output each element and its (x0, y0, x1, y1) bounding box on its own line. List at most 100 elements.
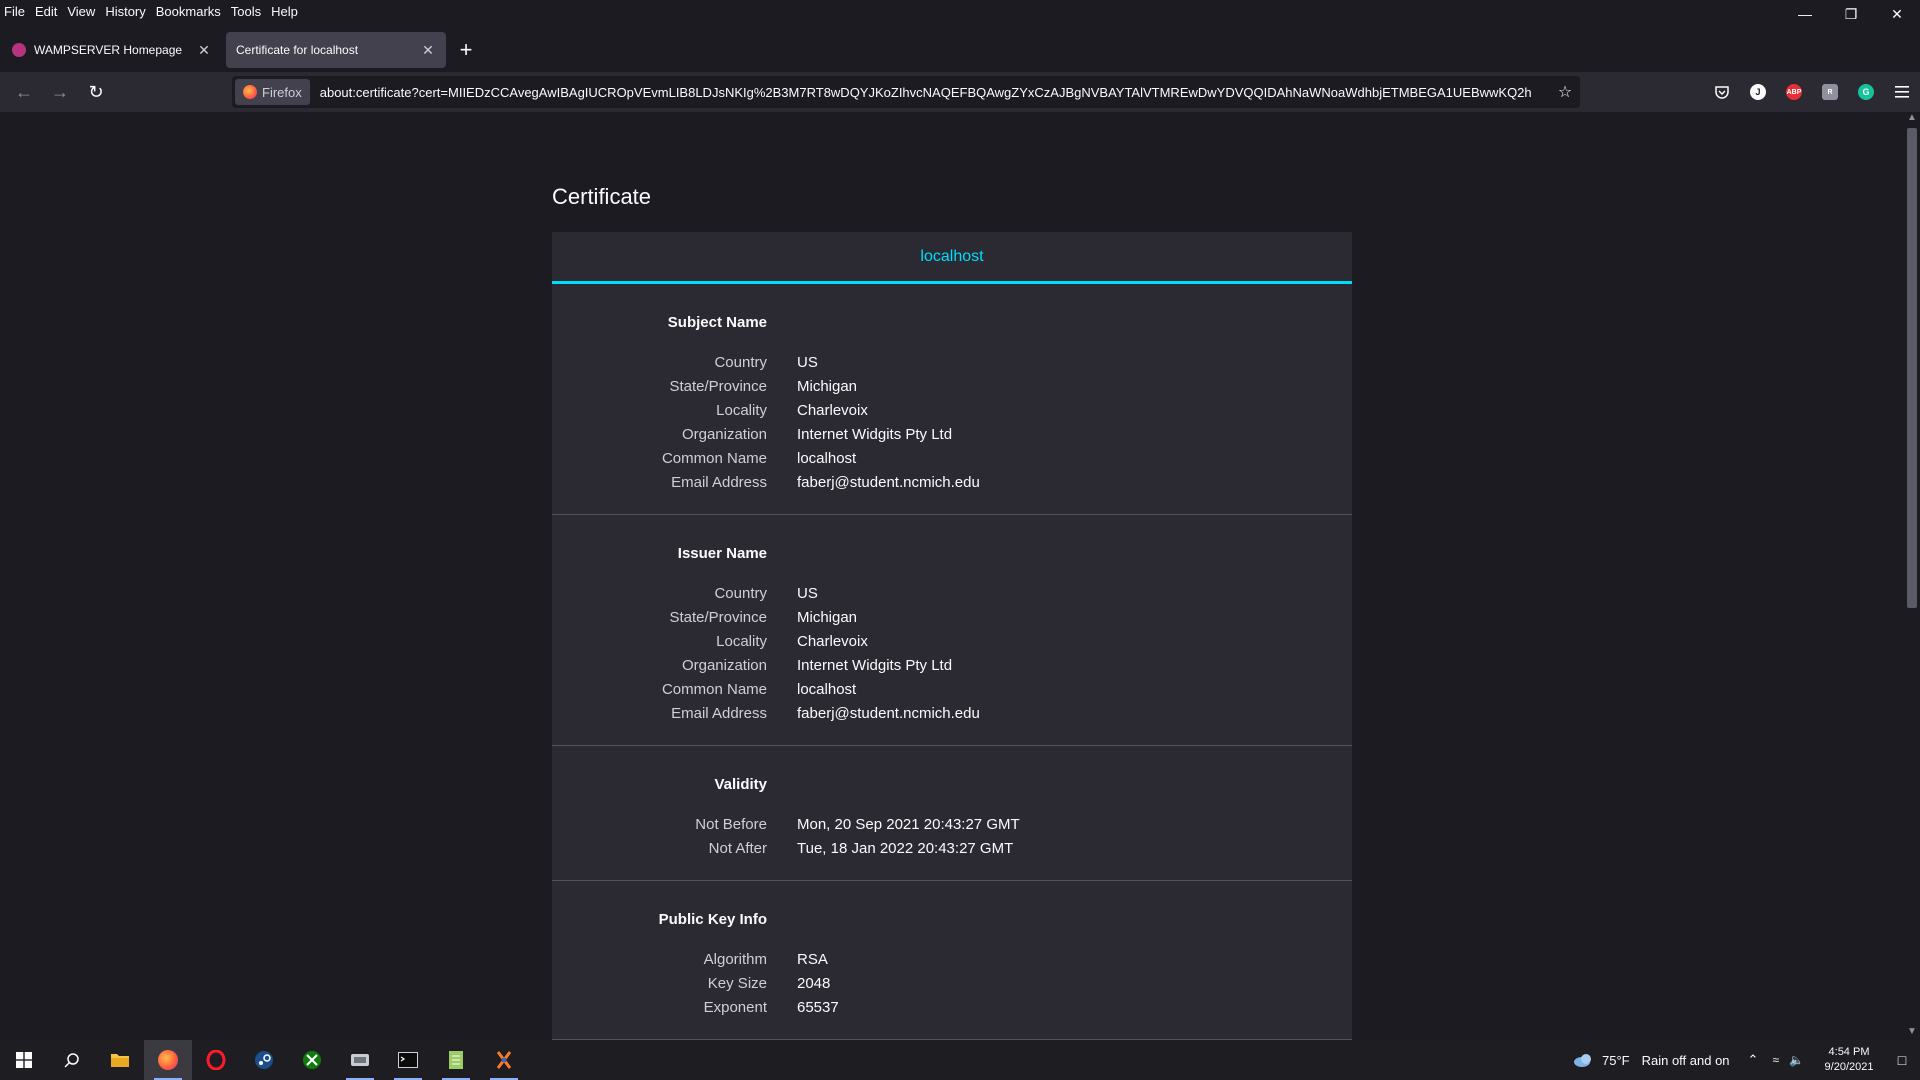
hamburger-menu-icon[interactable] (1884, 76, 1920, 108)
notepad-icon[interactable] (432, 1040, 480, 1080)
vertical-scrollbar[interactable]: ▲ ▼ (1904, 112, 1920, 1040)
close-tab-icon[interactable]: ✕ (196, 42, 212, 59)
menu-item-file[interactable]: File (0, 4, 30, 19)
info-row: Email Address faberj@student.ncmich.edu (552, 470, 1352, 494)
weather-temp[interactable]: 75°F (1602, 1053, 1630, 1068)
page-content: Certificate localhost Subject Name Countr… (0, 112, 1904, 1040)
menu-item-edit[interactable]: Edit (30, 4, 62, 19)
identity-box[interactable]: Firefox (235, 79, 310, 105)
tab-wampserver[interactable]: WAMPSERVER Homepage ✕ (2, 32, 222, 68)
row-value: US (797, 584, 818, 602)
opera-icon[interactable] (192, 1040, 240, 1080)
adblock-plus-icon[interactable]: ABP (1776, 76, 1812, 108)
chevron-up-icon[interactable]: ⌃ (1748, 1052, 1759, 1068)
tab-localhost[interactable]: localhost (552, 232, 1352, 284)
info-row: Email Address faberj@student.ncmich.edu (552, 701, 1352, 725)
info-row: State/Province Michigan (552, 605, 1352, 629)
info-row: State/Province Michigan (552, 374, 1352, 398)
clock[interactable]: 4:54 PM 9/20/2021 (1814, 1045, 1884, 1075)
menu-bar: File Edit View History Bookmarks Tools Help (0, 0, 1920, 22)
minimize-button[interactable]: — (1782, 0, 1828, 28)
row-label: Country (714, 584, 767, 602)
menu-item-bookmarks[interactable]: Bookmarks (151, 4, 226, 19)
grammarly-icon[interactable]: G (1848, 76, 1884, 108)
row-label: Organization (681, 656, 767, 674)
app-icon[interactable] (336, 1040, 384, 1080)
row-value: localhost (797, 449, 857, 467)
notification-icon[interactable]: □ (1884, 1052, 1920, 1068)
row-label: Locality (716, 632, 767, 650)
toolbar-extensions: J ABP R G (1704, 76, 1920, 108)
row-label: Exponent (703, 998, 767, 1016)
info-row: Organization Internet Widgits Pty Ltd (552, 422, 1352, 446)
section-title: Subject Name (667, 314, 767, 331)
reload-icon[interactable]: ↻ (78, 76, 114, 108)
window-controls: — ❐ ✕ (1782, 0, 1920, 28)
info-row: Locality Charlevoix (552, 629, 1352, 653)
row-label: Email Address (671, 704, 767, 722)
info-row: Country US (552, 350, 1352, 374)
menu-item-history[interactable]: History (100, 4, 150, 19)
nav-bar: ← → ↻ Firefox about:certificate?cert=MII… (0, 72, 1920, 112)
row-value: 65537 (797, 998, 839, 1016)
section-public-key-info: Public Key Info Algorithm RSA Key Size 2048 E… (552, 881, 1352, 1040)
info-row: Organization Internet Widgits Pty Ltd (552, 653, 1352, 677)
row-label: Common Name (661, 449, 767, 467)
extension-j-icon[interactable]: J (1740, 76, 1776, 108)
row-label: Algorithm (703, 950, 767, 968)
url-text[interactable]: about:certificate?cert=MIIEDzCCAvegAwIBA… (320, 85, 1550, 100)
row-value: Charlevoix (797, 401, 868, 419)
restore-button[interactable]: ❐ (1828, 0, 1874, 28)
tab-label: WAMPSERVER Homepage (34, 43, 183, 57)
windows-start-icon[interactable] (0, 1040, 48, 1080)
scroll-down-icon[interactable]: ▼ (1904, 1026, 1920, 1040)
tab-certificate[interactable]: Certificate for localhost ✕ (226, 32, 446, 68)
bookmark-star-icon[interactable]: ☆ (1550, 82, 1580, 102)
weather-text[interactable]: Rain off and on (1642, 1053, 1730, 1068)
tab-strip: WAMPSERVER Homepage ✕ Certificate for lo… (0, 30, 1920, 70)
wampserver-favicon-icon (12, 43, 26, 57)
scrollbar-thumb[interactable] (1907, 128, 1917, 608)
xampp-icon[interactable] (480, 1040, 528, 1080)
volume-icon[interactable]: 🔈 (1789, 1053, 1804, 1067)
info-row: Key Size 2048 (552, 971, 1352, 995)
row-value: US (797, 353, 818, 371)
clock-date: 9/20/2021 (1824, 1061, 1874, 1073)
section-title: Public Key Info (658, 911, 767, 928)
url-bar[interactable]: Firefox about:certificate?cert=MIIEDzCCA… (232, 76, 1580, 108)
menu-item-view[interactable]: View (62, 4, 100, 19)
info-row: Exponent 65537 (552, 995, 1352, 1019)
extension-grey-icon[interactable]: R (1812, 76, 1848, 108)
tab-label: Certificate for localhost (236, 43, 359, 57)
row-value: faberj@student.ncmich.edu (797, 473, 980, 491)
info-row: Algorithm RSA (552, 947, 1352, 971)
firefox-taskbar-icon[interactable] (144, 1040, 192, 1080)
row-value: 2048 (797, 974, 831, 992)
menu-item-help[interactable]: Help (266, 4, 303, 19)
cloud-icon (1573, 1054, 1591, 1067)
back-icon[interactable]: ← (6, 76, 42, 108)
certificate-panel: localhost Subject Name Country US State/Pro… (552, 232, 1352, 1040)
terminal-icon[interactable] (384, 1040, 432, 1080)
scroll-up-icon[interactable]: ▲ (1904, 112, 1920, 126)
xbox-icon[interactable] (288, 1040, 336, 1080)
file-explorer-icon[interactable] (96, 1040, 144, 1080)
steam-icon[interactable] (240, 1040, 288, 1080)
wifi-icon[interactable]: ≈ (1772, 1053, 1779, 1067)
pocket-icon[interactable] (1704, 76, 1740, 108)
taskbar: 75°F Rain off and on ⌃ ≈ 🔈 4:54 PM 9/20/… (0, 1040, 1920, 1080)
close-tab-icon[interactable]: ✕ (420, 42, 436, 59)
close-window-button[interactable]: ✕ (1874, 0, 1920, 28)
new-tab-button[interactable]: + (450, 34, 482, 66)
row-value: Internet Widgits Pty Ltd (797, 425, 953, 443)
page-title: Certificate (552, 184, 652, 209)
forward-icon[interactable]: → (42, 76, 78, 108)
firefox-icon (243, 85, 257, 99)
row-label: Email Address (671, 473, 767, 491)
info-row: Common Name localhost (552, 446, 1352, 470)
info-row: Common Name localhost (552, 677, 1352, 701)
row-value: Mon, 20 Sep 2021 20:43:27 GMT (797, 815, 1020, 833)
info-row: Not After Tue, 18 Jan 2022 20:43:27 GMT (552, 836, 1352, 860)
search-icon[interactable] (48, 1040, 96, 1080)
menu-item-tools[interactable]: Tools (226, 4, 266, 19)
